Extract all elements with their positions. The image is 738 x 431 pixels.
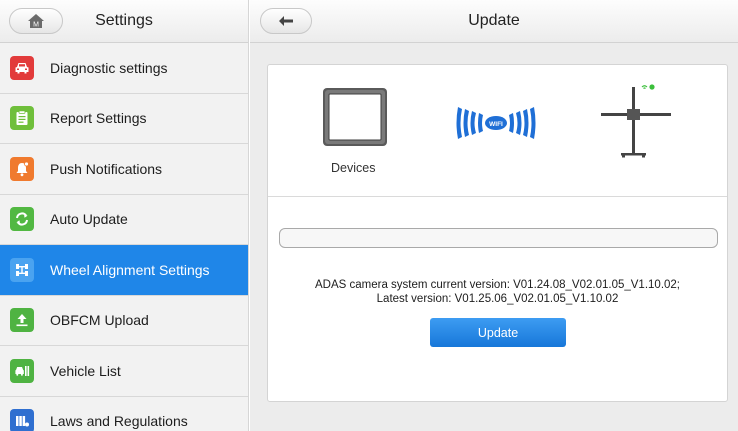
- update-title: Update: [468, 12, 520, 29]
- device-row: WIFI Devices: [268, 65, 727, 197]
- tablet-device-icon[interactable]: [322, 87, 388, 147]
- menu-item-wheel-alignment-settings[interactable]: Wheel Alignment Settings: [0, 245, 248, 296]
- svg-text:M: M: [33, 22, 39, 29]
- devices-label: Devices: [331, 161, 376, 175]
- clipboard-icon: [10, 106, 34, 131]
- settings-header: M Settings: [0, 0, 248, 43]
- arrow-left-icon: [279, 16, 293, 26]
- menu-item-obfcm-upload[interactable]: OBFCM Upload: [0, 295, 248, 346]
- update-progress-bar: [279, 228, 718, 248]
- wifi-connection-icon: WIFI: [456, 107, 536, 139]
- menu-item-label: Wheel Alignment Settings: [50, 261, 210, 278]
- adas-calibration-frame-icon[interactable]: [599, 81, 673, 159]
- home-icon: M: [28, 14, 44, 29]
- laws-icon: [10, 409, 34, 431]
- bell-icon: [10, 156, 34, 181]
- settings-menu: Diagnostic settings Report Settings Push…: [0, 43, 248, 431]
- update-card: WIFI Devices ADAS camera system current …: [267, 64, 728, 402]
- menu-item-label: OBFCM Upload: [50, 312, 149, 329]
- menu-item-label: Diagnostic settings: [50, 59, 168, 76]
- settings-title: Settings: [95, 12, 153, 29]
- menu-item-auto-update[interactable]: Auto Update: [0, 194, 248, 245]
- current-version-text: ADAS camera system current version: V01.…: [314, 279, 680, 291]
- menu-item-laws-and-regulations[interactable]: Laws and Regulations: [0, 396, 248, 431]
- update-header: Update: [250, 0, 738, 43]
- settings-panel: M Settings Diagnostic settings Report Se…: [0, 0, 249, 431]
- menu-item-label: Laws and Regulations: [50, 413, 188, 430]
- wifi-label: WIFI: [489, 121, 503, 128]
- menu-item-label: Report Settings: [50, 110, 147, 127]
- home-button[interactable]: M: [9, 8, 63, 34]
- latest-version-text: Latest version: V01.25.06_V02.01.05_V1.1…: [376, 293, 619, 305]
- menu-item-label: Vehicle List: [50, 362, 121, 379]
- back-button[interactable]: [260, 8, 312, 34]
- menu-item-label: Push Notifications: [50, 160, 163, 177]
- menu-item-diagnostic-settings[interactable]: Diagnostic settings: [0, 43, 248, 94]
- menu-item-report-settings[interactable]: Report Settings: [0, 93, 248, 144]
- wheel-alignment-icon: [10, 257, 34, 282]
- menu-item-vehicle-list[interactable]: Vehicle List: [0, 346, 248, 397]
- update-button[interactable]: Update: [430, 318, 566, 347]
- vehicle-list-icon: [10, 358, 34, 383]
- upload-icon: [10, 308, 34, 333]
- update-panel: Update WIFI Devices ADAS camera system c…: [250, 0, 738, 431]
- car-icon: [10, 55, 34, 80]
- version-info: ADAS camera system current version: V01.…: [268, 278, 727, 306]
- refresh-icon: [10, 207, 34, 232]
- menu-item-push-notifications[interactable]: Push Notifications: [0, 144, 248, 195]
- menu-item-label: Auto Update: [50, 211, 128, 228]
